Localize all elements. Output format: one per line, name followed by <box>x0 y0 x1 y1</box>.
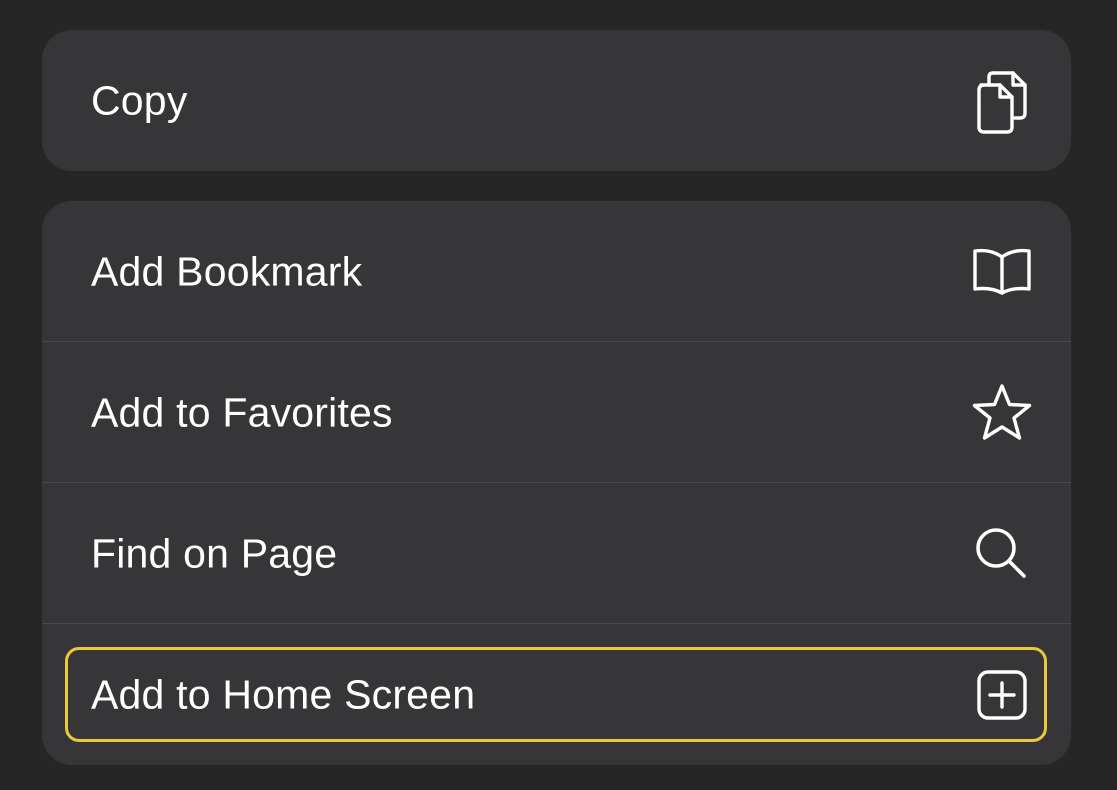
menu-item-add-to-favorites[interactable]: Add to Favorites <box>42 342 1071 483</box>
menu-item-label: Find on Page <box>91 530 338 576</box>
search-icon <box>971 521 1033 587</box>
menu-group-actions: Add Bookmark Add to Favorites Find on Pa… <box>42 201 1071 765</box>
menu-item-label: Add to Home Screen <box>91 671 476 717</box>
menu-item-label: Add Bookmark <box>91 248 363 294</box>
menu-group-copy: Copy <box>42 30 1071 171</box>
book-icon <box>971 239 1033 305</box>
menu-item-find-on-page[interactable]: Find on Page <box>42 483 1071 624</box>
menu-item-copy[interactable]: Copy <box>42 30 1071 171</box>
menu-item-label: Add to Favorites <box>91 389 393 435</box>
star-icon <box>971 380 1033 446</box>
plus-square-icon <box>971 662 1033 728</box>
menu-item-add-to-home-screen[interactable]: Add to Home Screen <box>42 624 1071 765</box>
menu-item-add-bookmark[interactable]: Add Bookmark <box>42 201 1071 342</box>
copy-icon <box>971 68 1033 134</box>
menu-item-label: Copy <box>91 77 188 123</box>
share-menu: Copy Add Bookmark Add to Favorites Find … <box>0 0 1117 790</box>
